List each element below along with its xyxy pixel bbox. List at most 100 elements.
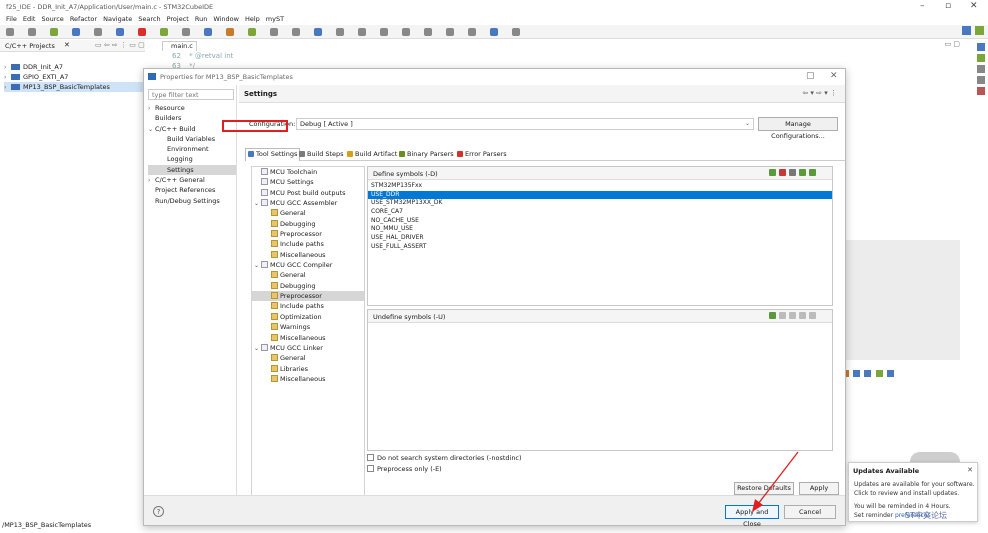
chevron-down-icon[interactable]: ⌄ xyxy=(254,261,261,271)
tool-tree-item[interactable]: MCU Toolchain xyxy=(252,167,364,177)
toolbar-button-icon[interactable] xyxy=(248,28,256,36)
tool-tree-item[interactable]: Include paths xyxy=(252,301,364,311)
project-explorer-tab[interactable]: C/C++ Projects ✕ ▭ ⇦ ⇨ ⋮ ▭ ▢ xyxy=(0,40,145,52)
tool-tree-item[interactable]: General xyxy=(252,353,364,363)
console-toolbar[interactable] xyxy=(842,370,972,382)
dialog-maximize-icon[interactable]: ▢ xyxy=(806,71,815,81)
define-symbol-item[interactable]: STM32MP135Fxx xyxy=(368,182,832,191)
perspective-switcher[interactable] xyxy=(961,26,984,37)
define-symbol-item[interactable]: NO_MMU_USE xyxy=(368,225,832,234)
view-icon[interactable] xyxy=(976,76,985,84)
help-icon[interactable]: ? xyxy=(153,506,164,517)
toolbar-button-icon[interactable] xyxy=(380,28,388,36)
toolbar-button-icon[interactable] xyxy=(402,28,410,36)
toolbar-button-icon[interactable] xyxy=(72,28,80,36)
perspective-icon[interactable] xyxy=(961,26,971,35)
menu-item[interactable]: Navigate xyxy=(103,15,132,23)
minimize-icon[interactable]: – xyxy=(920,1,925,11)
nav-item[interactable]: Project References xyxy=(148,185,236,195)
filter-input[interactable] xyxy=(148,89,234,100)
tab-error-parsers[interactable]: Error Parsers xyxy=(455,149,509,161)
toolbar-button-icon[interactable] xyxy=(336,28,344,36)
nav-item[interactable]: Settings xyxy=(148,164,236,176)
toolbar-button-icon[interactable] xyxy=(182,28,190,36)
menu-item[interactable]: Refactor xyxy=(70,15,97,23)
notification-close-icon[interactable]: ✕ xyxy=(967,466,973,474)
manage-configurations-button[interactable]: Manage Configurations... xyxy=(758,117,838,140)
tool-tree-item[interactable]: Miscellaneous xyxy=(252,250,364,260)
tool-tree-item[interactable]: MCU Settings xyxy=(252,177,364,187)
define-symbol-item[interactable]: USE_HAL_DRIVER xyxy=(368,234,832,243)
toolbar-button-icon[interactable] xyxy=(160,28,168,36)
tool-tree-item[interactable]: Libraries xyxy=(252,364,364,374)
define-symbol-item[interactable]: CORE_CA7 xyxy=(368,208,832,217)
menu-item[interactable]: myST xyxy=(266,15,284,23)
edit-icon[interactable] xyxy=(789,312,796,319)
toolbar-button-icon[interactable] xyxy=(28,28,36,36)
menu-item[interactable]: Help xyxy=(245,15,260,23)
define-symbol-item[interactable]: USE_DDR xyxy=(368,190,832,200)
notification-line[interactable]: Click to review and install updates. xyxy=(854,490,959,497)
menu-item[interactable]: Project xyxy=(167,15,189,23)
nav-item[interactable]: › Resource xyxy=(148,103,236,113)
menu-item[interactable]: Search xyxy=(138,15,160,23)
toolbar-button-icon[interactable] xyxy=(116,28,124,36)
view-toolbar-icons[interactable]: ▭ ⇦ ⇨ ⋮ ▭ ▢ xyxy=(95,41,145,49)
dialog-close-icon[interactable]: ✕ xyxy=(830,71,838,81)
nav-item[interactable]: Build Variables xyxy=(148,134,236,144)
toolbar-button-icon[interactable] xyxy=(6,28,14,36)
delete-icon[interactable] xyxy=(779,169,786,176)
tool-tree-item[interactable]: ⌄ MCU GCC Compiler xyxy=(252,260,364,270)
project-item[interactable]: › GPIO_EXTI_A7 xyxy=(4,72,144,82)
apply-button[interactable]: Apply xyxy=(799,482,839,495)
tool-tree-item[interactable]: MCU Post build outputs xyxy=(252,188,364,198)
project-item[interactable]: › DDR_Init_A7 xyxy=(4,62,144,72)
add-icon[interactable] xyxy=(769,312,776,319)
tool-tree-item[interactable]: Miscellaneous xyxy=(252,333,364,343)
tab-build-artifact[interactable]: Build Artifact xyxy=(345,149,399,161)
close-view-icon[interactable]: ✕ xyxy=(64,41,70,49)
tool-tree-item[interactable]: Warnings xyxy=(252,322,364,332)
editor-tab-main-c[interactable]: main.c xyxy=(162,41,197,51)
tool-tree-item[interactable]: ⌄ MCU GCC Assembler xyxy=(252,198,364,208)
tool-tree-item[interactable]: ⌄ MCU GCC Linker xyxy=(252,343,364,353)
debug-perspective-icon[interactable] xyxy=(975,26,984,35)
view-icon[interactable] xyxy=(976,87,985,95)
menu-item[interactable]: File xyxy=(6,15,17,23)
define-symbol-item[interactable]: USE_STM32MP13XX_DK xyxy=(368,199,832,208)
chevron-down-icon[interactable]: ⌄ xyxy=(254,344,261,354)
nav-item[interactable]: Environment xyxy=(148,144,236,154)
toolbar-button-icon[interactable] xyxy=(204,28,212,36)
outline-icon[interactable] xyxy=(976,43,985,51)
toolbar-button-icon[interactable] xyxy=(94,28,102,36)
toolbar-button-icon[interactable] xyxy=(446,28,454,36)
toolbar-button-icon[interactable] xyxy=(226,28,234,36)
configuration-select[interactable]: Debug [ Active ] ⌄ xyxy=(296,118,754,130)
menu-item[interactable]: Run xyxy=(195,15,207,23)
move-down-icon[interactable] xyxy=(809,312,816,319)
define-symbol-item[interactable]: USE_FULL_ASSERT xyxy=(368,243,832,252)
add-icon[interactable] xyxy=(769,169,776,176)
tool-tree-item[interactable]: Miscellaneous xyxy=(252,374,364,384)
define-symbol-item[interactable]: NO_CACHE_USE xyxy=(368,217,832,226)
menu-item[interactable]: Edit xyxy=(23,15,36,23)
tool-tree-item[interactable]: General xyxy=(252,208,364,218)
chevron-icon[interactable]: ⌄ xyxy=(148,125,155,135)
nav-item[interactable]: Run/Debug Settings xyxy=(148,196,236,206)
toolbar-button-icon[interactable] xyxy=(358,28,366,36)
nostdinc-checkbox[interactable]: Do not search system directories (-nostd… xyxy=(367,454,522,462)
editor-minmax-icons[interactable]: ▭ ▢ xyxy=(945,40,960,48)
checkbox-box[interactable] xyxy=(367,465,374,472)
build-targets-icon[interactable] xyxy=(976,54,985,62)
toolbar-button-icon[interactable] xyxy=(314,28,322,36)
tab-binary-parsers[interactable]: Binary Parsers xyxy=(397,149,456,161)
move-up-icon[interactable] xyxy=(799,169,806,176)
tool-tree-item[interactable]: Preprocessor xyxy=(252,291,364,302)
tool-tree-item[interactable]: Preprocessor xyxy=(252,229,364,239)
menu-item[interactable]: Window xyxy=(213,15,239,23)
side-trim-icons[interactable] xyxy=(973,40,988,300)
tool-tree-item[interactable]: General xyxy=(252,270,364,280)
project-item[interactable]: › MP13_BSP_BasicTemplates xyxy=(4,82,144,92)
toolbar-button-icon[interactable] xyxy=(138,28,146,36)
toolbar-button-icon[interactable] xyxy=(490,28,498,36)
